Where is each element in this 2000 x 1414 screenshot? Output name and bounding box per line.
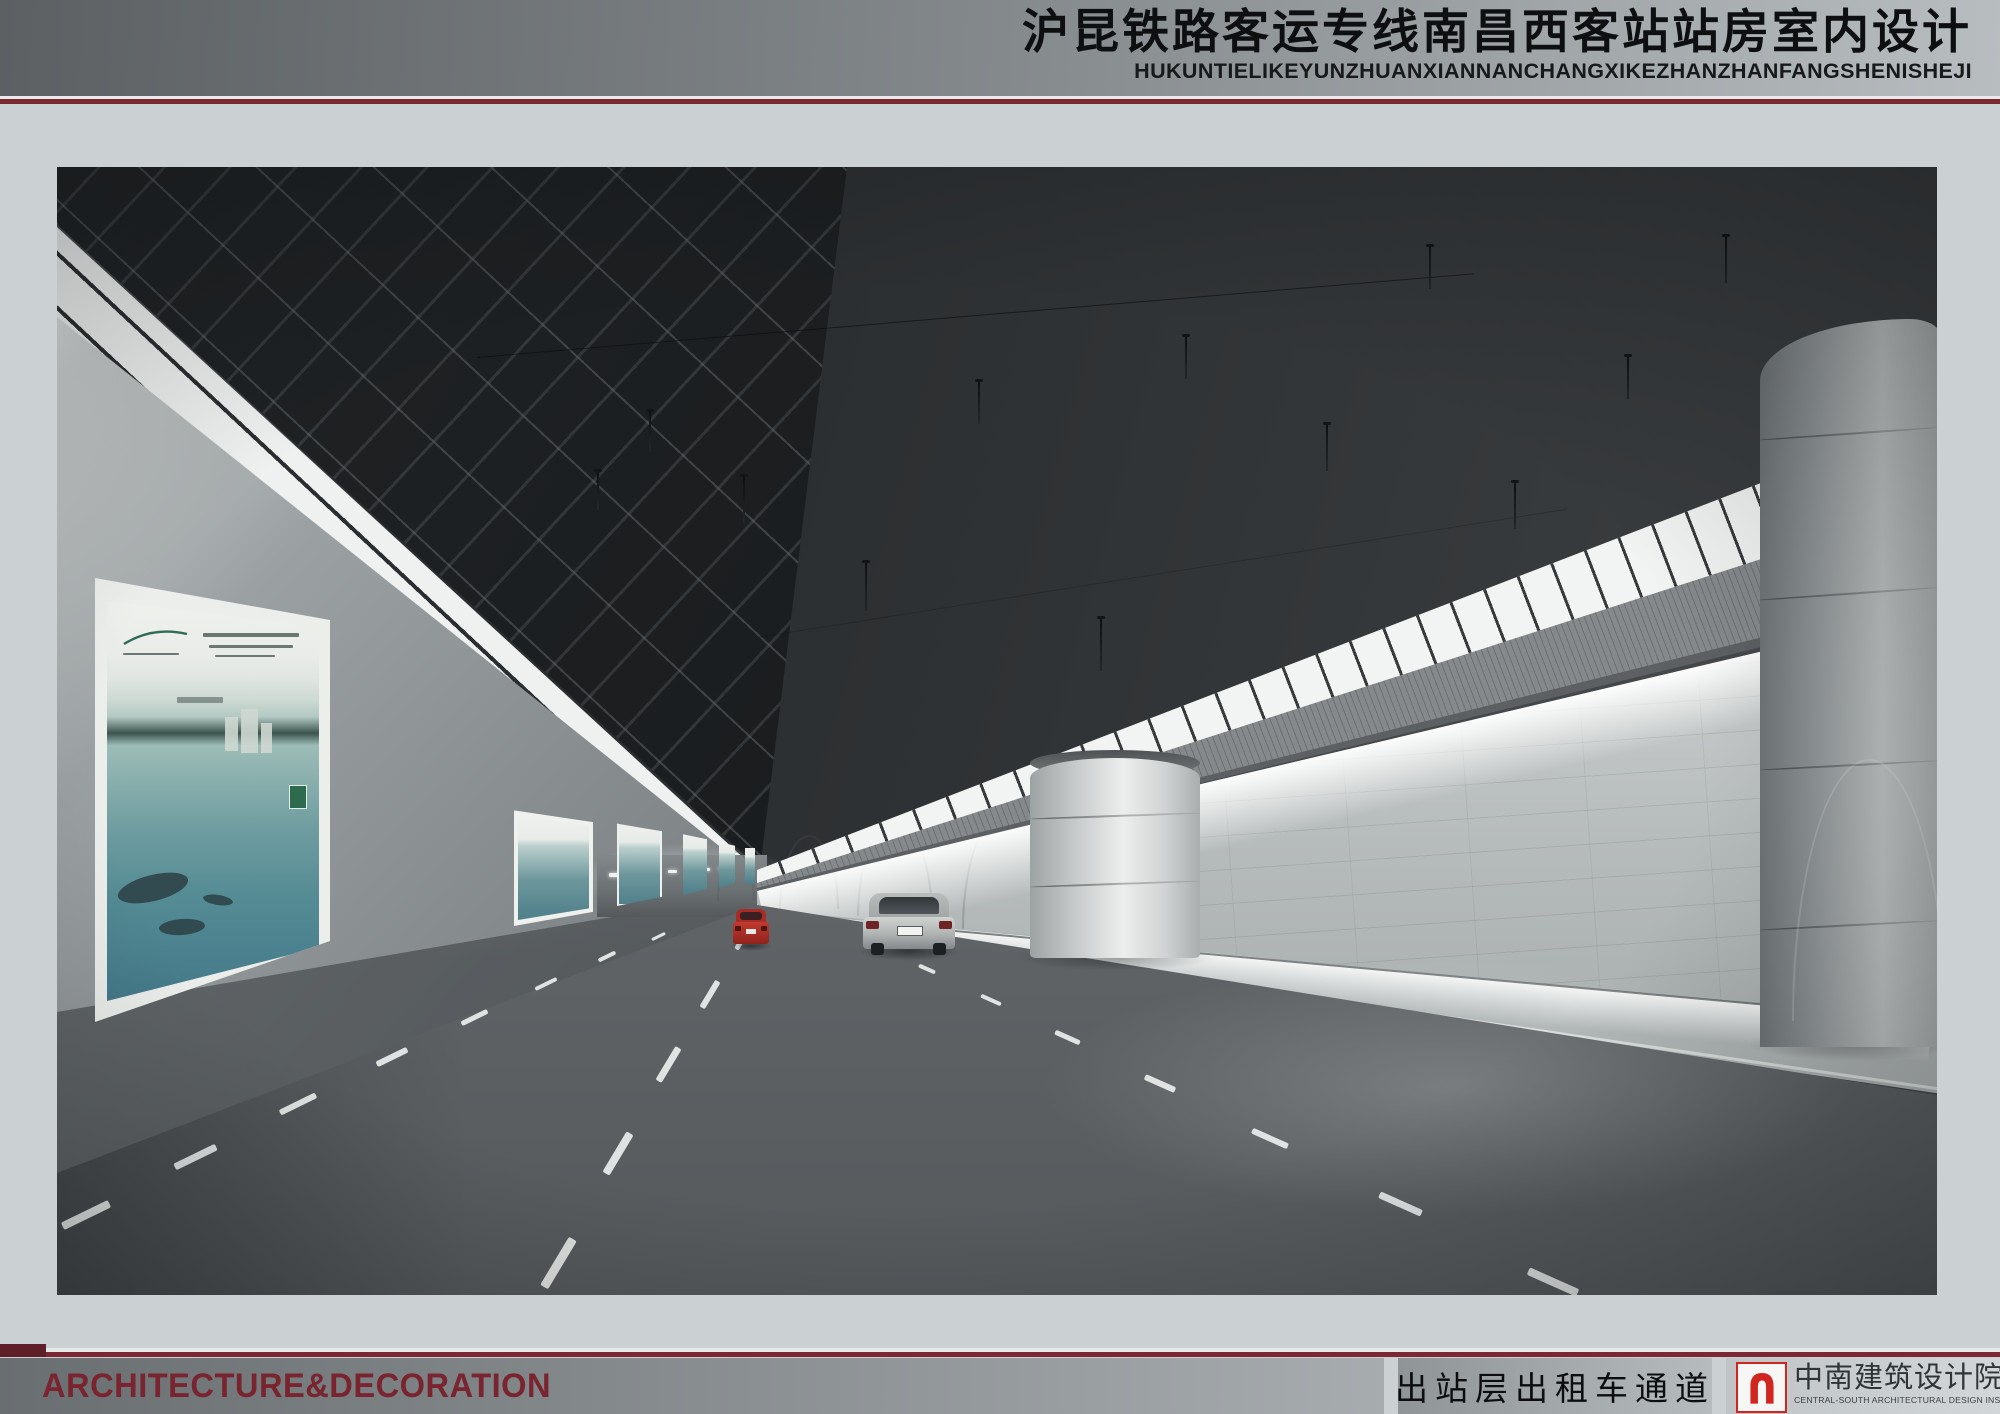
institute-logo-icon: [1745, 1368, 1779, 1408]
ad-text-line: [209, 645, 293, 648]
ceiling-rod: [1326, 425, 1328, 471]
car-grey-sedan: [863, 893, 955, 959]
footer-caption-panel: 出站层出租车通道: [1398, 1358, 1712, 1414]
rendering-image: [57, 167, 1937, 1295]
arch-reflection: [1792, 759, 1937, 1021]
ceiling-rod: [743, 477, 745, 523]
page-title: 沪昆铁路客运专线南昌西客站站房室内设计: [1022, 6, 1972, 58]
ad-badge: [289, 785, 307, 809]
billboard-artwork: [518, 814, 589, 920]
ad-text-line: [215, 655, 275, 657]
ad-logo-swoosh: [121, 623, 191, 649]
ad-fish: [158, 917, 205, 936]
car-taillight: [866, 921, 879, 929]
footer-rule-left-segment: [0, 1344, 46, 1357]
billboard-small: [719, 841, 735, 888]
ceiling-rod: [597, 472, 599, 510]
ceiling-rod: [1100, 619, 1102, 671]
ad-building: [261, 723, 272, 753]
ceiling-rod: [1725, 237, 1727, 283]
billboard-small: [683, 833, 707, 895]
car-wheel: [933, 943, 946, 955]
pillar-seam: [1760, 426, 1937, 441]
header-rule-accent: [0, 99, 2000, 104]
ceiling-rod: [1627, 357, 1629, 399]
pillar-seam: [1760, 586, 1937, 601]
pillar-right: [1760, 319, 1937, 1047]
ad-text-line: [203, 633, 299, 637]
car-rear-window: [879, 897, 939, 914]
ceiling-rod: [1429, 247, 1431, 289]
car-taillight: [735, 926, 741, 931]
car-wheel: [871, 943, 884, 955]
ad-text-line: [123, 653, 179, 655]
car-rear-window: [740, 912, 762, 920]
ad-building: [225, 717, 238, 751]
footer-rule-accent: [0, 1352, 2000, 1357]
presentation-board: 沪昆铁路客运专线南昌西客站站房室内设计 HUKUNTIELIKEYUNZHUAN…: [0, 0, 2000, 1414]
ceiling-rod: [649, 412, 651, 452]
ad-fish: [115, 867, 191, 910]
pillar-seam: [1030, 812, 1200, 820]
footer-brand-panel: ARCHITECTURE&DECORATION: [0, 1358, 1384, 1414]
ad-fish: [202, 893, 233, 908]
far-light: [668, 870, 677, 873]
car-taillight: [939, 921, 952, 929]
billboard-small: [514, 808, 593, 926]
car-taillight: [761, 926, 767, 931]
institute-logo: [1736, 1362, 1787, 1413]
billboard-small: [745, 848, 755, 884]
billboard-small: [617, 822, 662, 906]
drawing-caption: 出站层出租车通道: [1395, 1362, 1715, 1410]
page-title-pinyin: HUKUNTIELIKEYUNZHUANXIANNANCHANGXIKEZHAN…: [1022, 58, 1972, 84]
ad-script: [177, 697, 223, 703]
ceiling-rod: [865, 563, 867, 611]
institute-name-en: CENTRAL-SOUTH ARCHITECTURAL DESIGN INSTI…: [1794, 1395, 1994, 1405]
footer-institute-panel: 中南建筑设计院 CENTRAL-SOUTH ARCHITECTURAL DESI…: [1726, 1358, 2000, 1414]
brand-text: ARCHITECTURE&DECORATION: [42, 1367, 551, 1406]
car-license-plate: [897, 926, 923, 936]
pillar-middle: [1030, 758, 1200, 958]
ceiling-rod: [978, 382, 980, 424]
ad-building: [241, 709, 258, 753]
car-red-compact: [733, 909, 769, 951]
car-license-plate: [746, 929, 756, 934]
ceiling-rod: [1514, 483, 1516, 529]
institute-name-cn: 中南建筑设计院: [1794, 1361, 1994, 1395]
institute-name-block: 中南建筑设计院 CENTRAL-SOUTH ARCHITECTURAL DESI…: [1794, 1361, 1994, 1405]
ceiling-rod: [1185, 337, 1187, 379]
pillar-seam: [1030, 880, 1200, 888]
header-text: 沪昆铁路客运专线南昌西客站站房室内设计 HUKUNTIELIKEYUNZHUAN…: [1022, 6, 1972, 84]
billboard-artwork: [107, 589, 319, 1001]
header-band: 沪昆铁路客运专线南昌西客站站房室内设计 HUKUNTIELIKEYUNZHUAN…: [0, 0, 2000, 96]
